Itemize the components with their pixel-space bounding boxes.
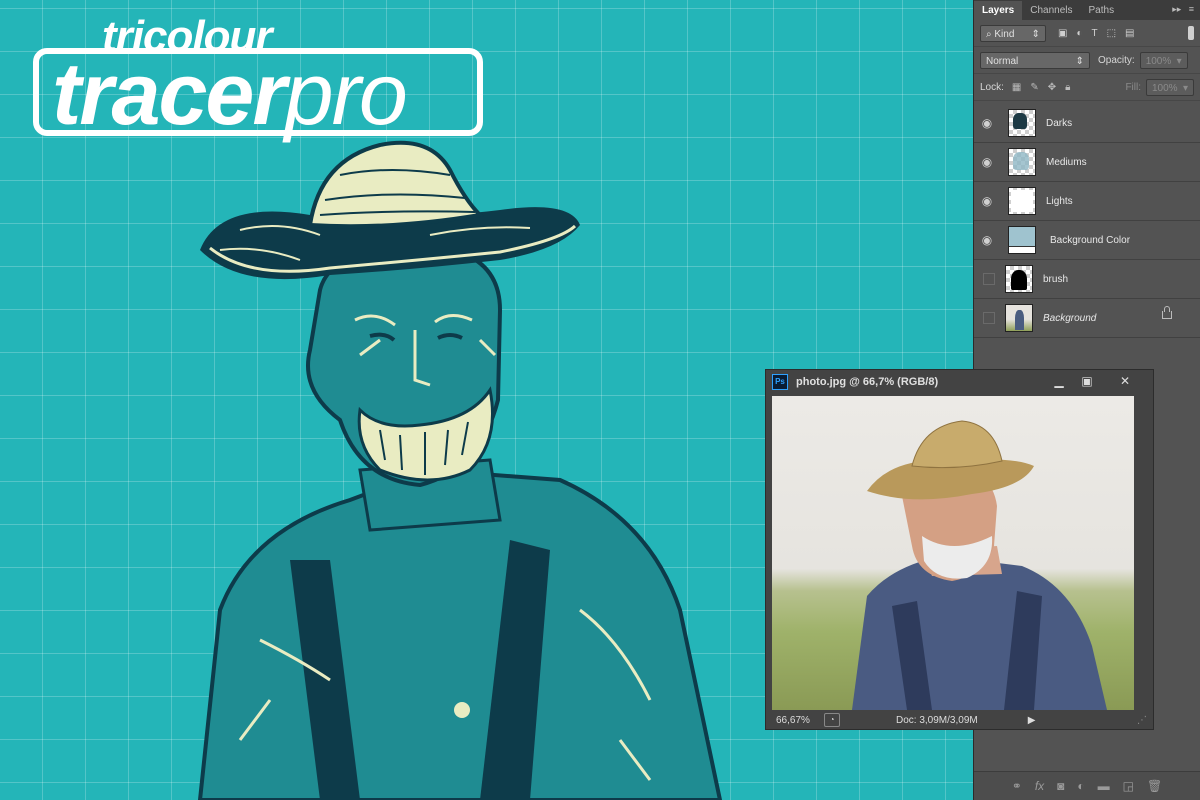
resize-grip-icon[interactable]: ⋰: [1137, 715, 1147, 726]
tab-layers[interactable]: Layers: [974, 1, 1023, 20]
chevron-down-icon: ▾: [1182, 82, 1188, 94]
document-title: photo.jpg @ 66,7% (RGB/8): [796, 376, 939, 388]
panel-menu-icon[interactable]: ▸▸ ≡: [1172, 4, 1194, 15]
layer-row-mediums[interactable]: ◉ Mediums: [974, 143, 1200, 182]
lock-icons[interactable]: ▦✎✥🔒︎: [1012, 82, 1080, 93]
tab-paths[interactable]: Paths: [1081, 1, 1123, 20]
filter-toggle-icon[interactable]: [1188, 26, 1194, 40]
adjustment-icon[interactable]: ◐: [1077, 779, 1084, 793]
layer-name: brush: [1043, 273, 1069, 285]
layer-thumbnail: [1008, 148, 1036, 176]
layer-row-darks[interactable]: ◉ Darks: [974, 104, 1200, 143]
fill-label: Fill:: [1125, 81, 1141, 93]
document-window[interactable]: Ps photo.jpg @ 66,7% (RGB/8) ▁ ▣ ✕ 66,67…: [765, 369, 1154, 730]
layer-row-background[interactable]: Background: [974, 299, 1200, 338]
opacity-value: 100%: [1145, 55, 1172, 67]
close-icon[interactable]: ✕: [1112, 373, 1138, 389]
photo-body: [852, 556, 1107, 710]
eye-icon[interactable]: ◉: [974, 155, 1000, 169]
filter-row: ⌕ Kind ⇕ ▣◐T⬚▤: [974, 20, 1200, 47]
status-icon[interactable]: ◔: [824, 713, 840, 727]
chevron-right-icon[interactable]: ▶: [1028, 715, 1036, 726]
lock-icon: [1162, 306, 1172, 319]
layers-bottom-toolbar: ⚭ fx ◙ ◐ ▬ ◲ 🗑︎: [974, 771, 1200, 800]
logo-title-bold: tracer: [52, 44, 287, 143]
stepper-icon: ⇕: [1075, 55, 1084, 67]
opacity-label: Opacity:: [1098, 54, 1135, 66]
layers-list: ◉ Darks ◉ Mediums ◉ Lights ◉ Background …: [974, 104, 1200, 338]
panel-tabbar: Layers Channels Paths ▸▸ ≡: [974, 0, 1200, 20]
visibility-toggle-off[interactable]: [983, 312, 995, 324]
zoom-level[interactable]: 66,67%: [776, 715, 820, 726]
eye-icon[interactable]: ◉: [974, 194, 1000, 208]
folder-icon[interactable]: ▬: [1098, 779, 1110, 793]
new-layer-icon[interactable]: ◲: [1123, 779, 1134, 793]
fill-input[interactable]: 100% ▾: [1146, 78, 1194, 96]
photo-hat-crown: [911, 420, 1003, 469]
layer-name: Darks: [1046, 117, 1073, 129]
trash-icon[interactable]: 🗑︎: [1147, 779, 1162, 793]
document-titlebar[interactable]: Ps photo.jpg @ 66,7% (RGB/8) ▁ ▣ ✕: [766, 370, 1153, 394]
stepper-icon: ⇕: [1031, 28, 1040, 40]
link-icon[interactable]: ⚭: [1012, 779, 1022, 793]
maximize-icon[interactable]: ▣: [1074, 373, 1100, 389]
photo-image: [852, 420, 1107, 710]
layer-name: Background: [1043, 312, 1097, 324]
chevron-down-icon: ▾: [1176, 55, 1182, 67]
filter-kind-select[interactable]: ⌕ Kind ⇕: [980, 24, 1046, 42]
filter-kind-label: Kind: [994, 28, 1015, 40]
layer-thumbnail: [1005, 304, 1033, 332]
photoshop-icon: Ps: [772, 374, 788, 390]
eye-icon[interactable]: ◉: [974, 233, 1000, 247]
mask-icon[interactable]: ◙: [1057, 779, 1064, 793]
layer-row-lights[interactable]: ◉ Lights: [974, 182, 1200, 221]
farmer-illustration: [197, 140, 723, 800]
blend-row: Normal ⇕ Opacity: 100% ▾: [974, 47, 1200, 74]
tab-channels[interactable]: Channels: [1022, 1, 1080, 20]
layer-name: Background Color: [1050, 234, 1131, 246]
eye-icon[interactable]: ◉: [974, 116, 1000, 130]
blend-mode-label: Normal: [986, 55, 1019, 67]
layer-thumbnail: [1008, 187, 1036, 215]
layer-row-brush[interactable]: brush: [974, 260, 1200, 299]
fill-layer-thumbnail: [1008, 226, 1036, 254]
lock-label: Lock:: [980, 81, 1004, 93]
visibility-toggle-off[interactable]: [983, 273, 995, 285]
lock-row: Lock: ▦✎✥🔒︎ Fill: 100% ▾: [974, 74, 1200, 101]
logo-title-light: pro: [284, 44, 408, 143]
blend-mode-select[interactable]: Normal ⇕: [980, 51, 1090, 69]
layer-name: Lights: [1046, 195, 1073, 207]
layer-name: Mediums: [1046, 156, 1087, 168]
filter-icons[interactable]: ▣◐T⬚▤: [1058, 28, 1144, 39]
photo-preview[interactable]: [772, 396, 1134, 710]
layer-row-background-color[interactable]: ◉ Background Color: [974, 221, 1200, 260]
fill-value: 100%: [1152, 82, 1178, 94]
layer-thumbnail: [1005, 265, 1033, 293]
doc-size: Doc: 3,09M/3,09M: [896, 714, 978, 726]
document-status-bar: 66,67% ◔ Doc: 3,09M/3,09M ▶ ⋰: [766, 711, 1153, 729]
button: [454, 702, 470, 718]
logo-title: tracerpro: [52, 50, 408, 138]
opacity-input[interactable]: 100% ▾: [1139, 51, 1188, 69]
minimize-icon[interactable]: ▁: [1046, 373, 1072, 389]
fx-icon[interactable]: fx: [1035, 779, 1044, 793]
layer-thumbnail: [1008, 109, 1036, 137]
